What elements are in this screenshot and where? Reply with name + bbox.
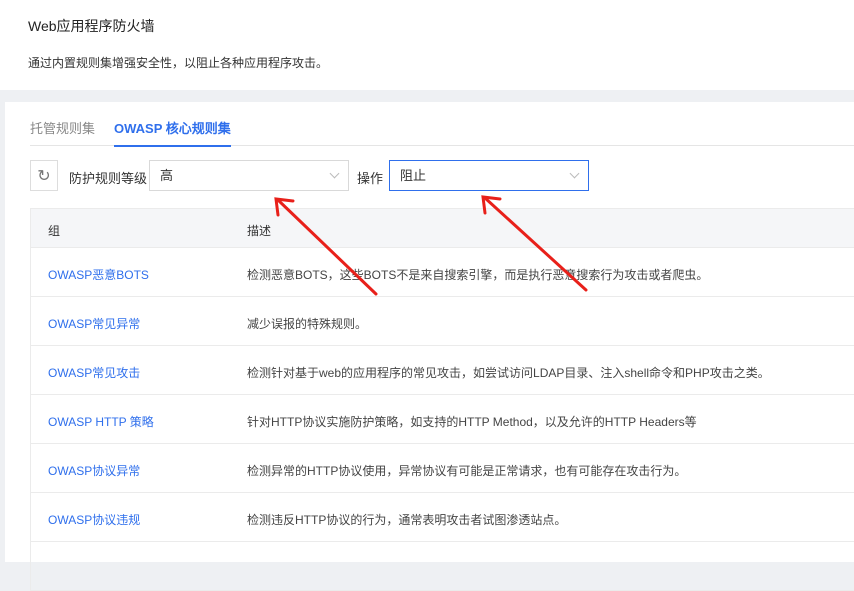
rules-card: 托管规则集 OWASP 核心规则集 ↻ 防护规则等级 高 操作 阻止 组 描述 … [5, 102, 854, 591]
table-row: OWASP协议异常 检测异常的HTTP协议使用，异常协议有可能是正常请求，也有可能… [30, 444, 854, 493]
level-select[interactable]: 高 [149, 160, 349, 191]
action-value: 阻止 [400, 168, 427, 183]
row-description: 针对HTTP协议实施防护策略，如支持的HTTP Method，以及允许的HTTP… [247, 415, 697, 429]
page-description: 通过内置规则集增强安全性，以阻止各种应用程序攻击。 [28, 56, 329, 70]
tab-owasp-core-rules[interactable]: OWASP 核心规则集 [114, 118, 231, 147]
group-link[interactable]: OWASP恶意BOTS [48, 266, 149, 283]
row-description: 检测违反HTTP协议的行为，通常表明攻击者试图渗透站点。 [247, 513, 567, 527]
level-value: 高 [160, 168, 174, 183]
header-card: Web应用程序防火墙 通过内置规则集增强安全性，以阻止各种应用程序攻击。 [0, 0, 854, 90]
table-row: OWASP常见异常 减少误报的特殊规则。 [30, 297, 854, 346]
action-select[interactable]: 阻止 [389, 160, 589, 191]
column-description: 描述 [247, 224, 272, 238]
row-description: 检测异常的HTTP协议使用，异常协议有可能是正常请求，也有可能存在攻击行为。 [247, 464, 687, 478]
row-description: 减少误报的特殊规则。 [247, 317, 368, 331]
row-description: 检测针对基于web的应用程序的常见攻击，如尝试访问LDAP目录、注入shell命… [247, 366, 770, 380]
column-group: 组 [48, 224, 61, 238]
page-title: Web应用程序防火墙 [28, 18, 155, 34]
table-row: OWASP恶意BOTS 检测恶意BOTS，这些BOTS不是来自搜索引擎，而是执行恶… [30, 248, 854, 297]
table-header: 组 描述 [30, 208, 854, 248]
action-label: 操作 [357, 171, 384, 186]
group-link[interactable]: OWASP常见攻击 [48, 364, 140, 381]
group-link[interactable]: OWASP协议异常 [48, 462, 140, 479]
group-link[interactable]: OWASP常见异常 [48, 315, 140, 332]
refresh-icon: ↻ [37, 167, 51, 185]
group-link[interactable]: OWASP HTTP 策略 [48, 413, 154, 430]
rules-table: 组 描述 OWASP恶意BOTS 检测恶意BOTS，这些BOTS不是来自搜索引擎，… [30, 208, 854, 591]
refresh-button[interactable]: ↻ [30, 160, 58, 191]
table-row: OWASP协议违规 检测违反HTTP协议的行为，通常表明攻击者试图渗透站点。 [30, 493, 854, 542]
table-row: OWASP HTTP 策略 针对HTTP协议实施防护策略，如支持的HTTP Met… [30, 395, 854, 444]
row-description: 检测恶意BOTS，这些BOTS不是来自搜索引擎，而是执行恶意搜索行为攻击或者爬虫… [247, 268, 709, 282]
table-row: OWASP常见攻击 检测针对基于web的应用程序的常见攻击，如尝试访问LDAP目录… [30, 346, 854, 395]
chevron-down-icon [329, 168, 340, 179]
table-row [30, 542, 854, 591]
level-label: 防护规则等级 [69, 171, 148, 186]
tab-managed-rules[interactable]: 托管规则集 [30, 118, 95, 137]
tab-bar: 托管规则集 OWASP 核心规则集 [30, 102, 854, 147]
group-link[interactable]: OWASP协议违规 [48, 511, 140, 528]
chevron-down-icon [569, 168, 580, 179]
